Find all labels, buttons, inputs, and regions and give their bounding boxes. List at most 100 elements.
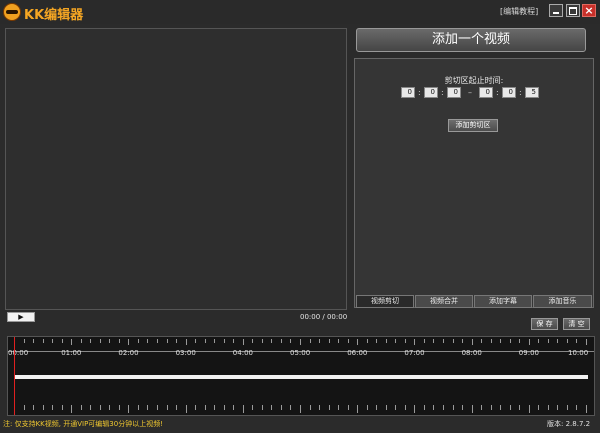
timeline-tick [271,339,273,343]
timeline-tick [33,339,35,343]
timeline-track[interactable] [14,375,588,379]
timeline-tick [404,405,406,410]
timeline-tick [538,405,540,410]
timeline-tick [128,339,130,345]
timeline-tick [500,339,502,343]
timeline-tick [242,405,244,413]
start-second-field[interactable]: 0 [447,87,461,98]
add-clip-button[interactable]: 添加剪切区 [448,119,498,132]
timeline-tick [328,339,330,343]
timeline-tick [385,405,387,410]
play-icon[interactable]: ▶ [7,312,35,322]
timeline-label: 01:00 [61,349,82,357]
timeline[interactable]: 00:00 01:00 02:00 03:00 04:00 05:00 06:00 07:00… [7,336,595,416]
timeline-tick [109,339,111,343]
end-hour-field[interactable]: 0 [479,87,493,98]
timeline-tick [214,405,216,410]
timeline-tick [118,405,120,410]
timeline-tick [376,339,378,343]
add-video-button[interactable]: 添加一个视频 [356,28,586,52]
timeline-tick [462,405,464,410]
clip-time-label: 剪切区起止时间: [444,76,504,85]
tab-add-music[interactable]: 添加音乐 [533,295,592,308]
timeline-tick [328,405,330,410]
start-hour-field[interactable]: 0 [401,87,415,98]
timeline-tick [538,339,540,343]
tab-add-subtitle[interactable]: 添加字幕 [474,295,532,308]
timeline-tick [519,405,521,410]
timeline-tick [586,405,587,413]
timeline-tick [423,339,425,343]
timeline-tick [99,339,101,343]
timeline-tick [481,405,483,410]
minimize-icon[interactable] [549,4,563,17]
timeline-tick [223,339,225,343]
timeline-tick [509,405,511,410]
timeline-tick [176,405,178,410]
timeline-tick [137,405,139,410]
tab-video-merge[interactable]: 视频合并 [415,295,473,308]
timeline-tick [280,405,282,410]
timeline-label: 08:00 [461,349,482,357]
timeline-tick [519,339,521,343]
app-title: KK编辑器 [24,8,84,23]
timeline-tick [452,339,454,343]
timeline-tick [347,405,349,410]
timeline-tick [576,405,578,410]
timeline-tick [252,339,254,343]
clip-panel: 剪切区起止时间: 0 : 0 : 0 – 0 : 0 : 5 添加剪切区 视频剪… [354,58,594,308]
timeline-tick [366,339,368,343]
timeline-tick [557,405,559,410]
timeline-tick [157,339,158,343]
timeline-tick [42,405,44,410]
timeline-tick [500,405,502,410]
timeline-tick [33,405,35,410]
timeline-tick [433,405,435,410]
timeline-tick [481,339,483,343]
timeline-tick [90,339,92,343]
timeline-tick [404,339,406,343]
timeline-tick [157,405,158,410]
end-minute-field[interactable]: 0 [502,87,516,98]
clear-button[interactable]: 清 空 [563,318,590,330]
timeline-tick [147,339,149,343]
tutorial-link[interactable]: [编辑教程] [500,6,538,17]
app-logo-icon [3,3,21,21]
timeline-tick [557,339,559,343]
timeline-tick [261,339,263,343]
timeline-tick [71,339,73,345]
timeline-tick [61,339,63,343]
timeline-tick [490,339,492,343]
close-icon[interactable]: × [582,4,596,17]
end-second-field[interactable]: 5 [525,87,539,98]
timeline-tick [309,339,311,343]
save-button[interactable]: 保 存 [531,318,558,330]
timeline-label: 02:00 [118,349,139,357]
timeline-label: 04:00 [232,349,253,357]
timeline-tick [547,339,549,343]
timeline-tick [471,405,473,413]
timeline-tick [261,405,263,410]
timeline-tick [300,405,301,413]
timeline-tick [376,405,378,410]
timeline-tick [443,405,444,410]
timeline-tick [319,405,321,410]
maximize-icon[interactable] [566,4,580,17]
tab-video-cut[interactable]: 视频剪切 [356,295,414,308]
timeline-tick [52,405,54,410]
timeline-tick [357,405,359,413]
time-separator: : [418,88,421,97]
timeline-tick [357,339,359,345]
timeline-tick [185,405,187,413]
timeline-tick [395,405,397,410]
timeline-label: 07:00 [404,349,425,357]
timeline-tick [42,339,44,343]
time-separator: : [496,88,499,97]
start-minute-field[interactable]: 0 [424,87,438,98]
timeline-tick [80,339,82,343]
timeline-tick [300,339,301,345]
timeline-tick [576,339,578,343]
timeline-tick [252,405,254,410]
timeline-tick [109,405,111,410]
playhead[interactable] [14,337,15,415]
